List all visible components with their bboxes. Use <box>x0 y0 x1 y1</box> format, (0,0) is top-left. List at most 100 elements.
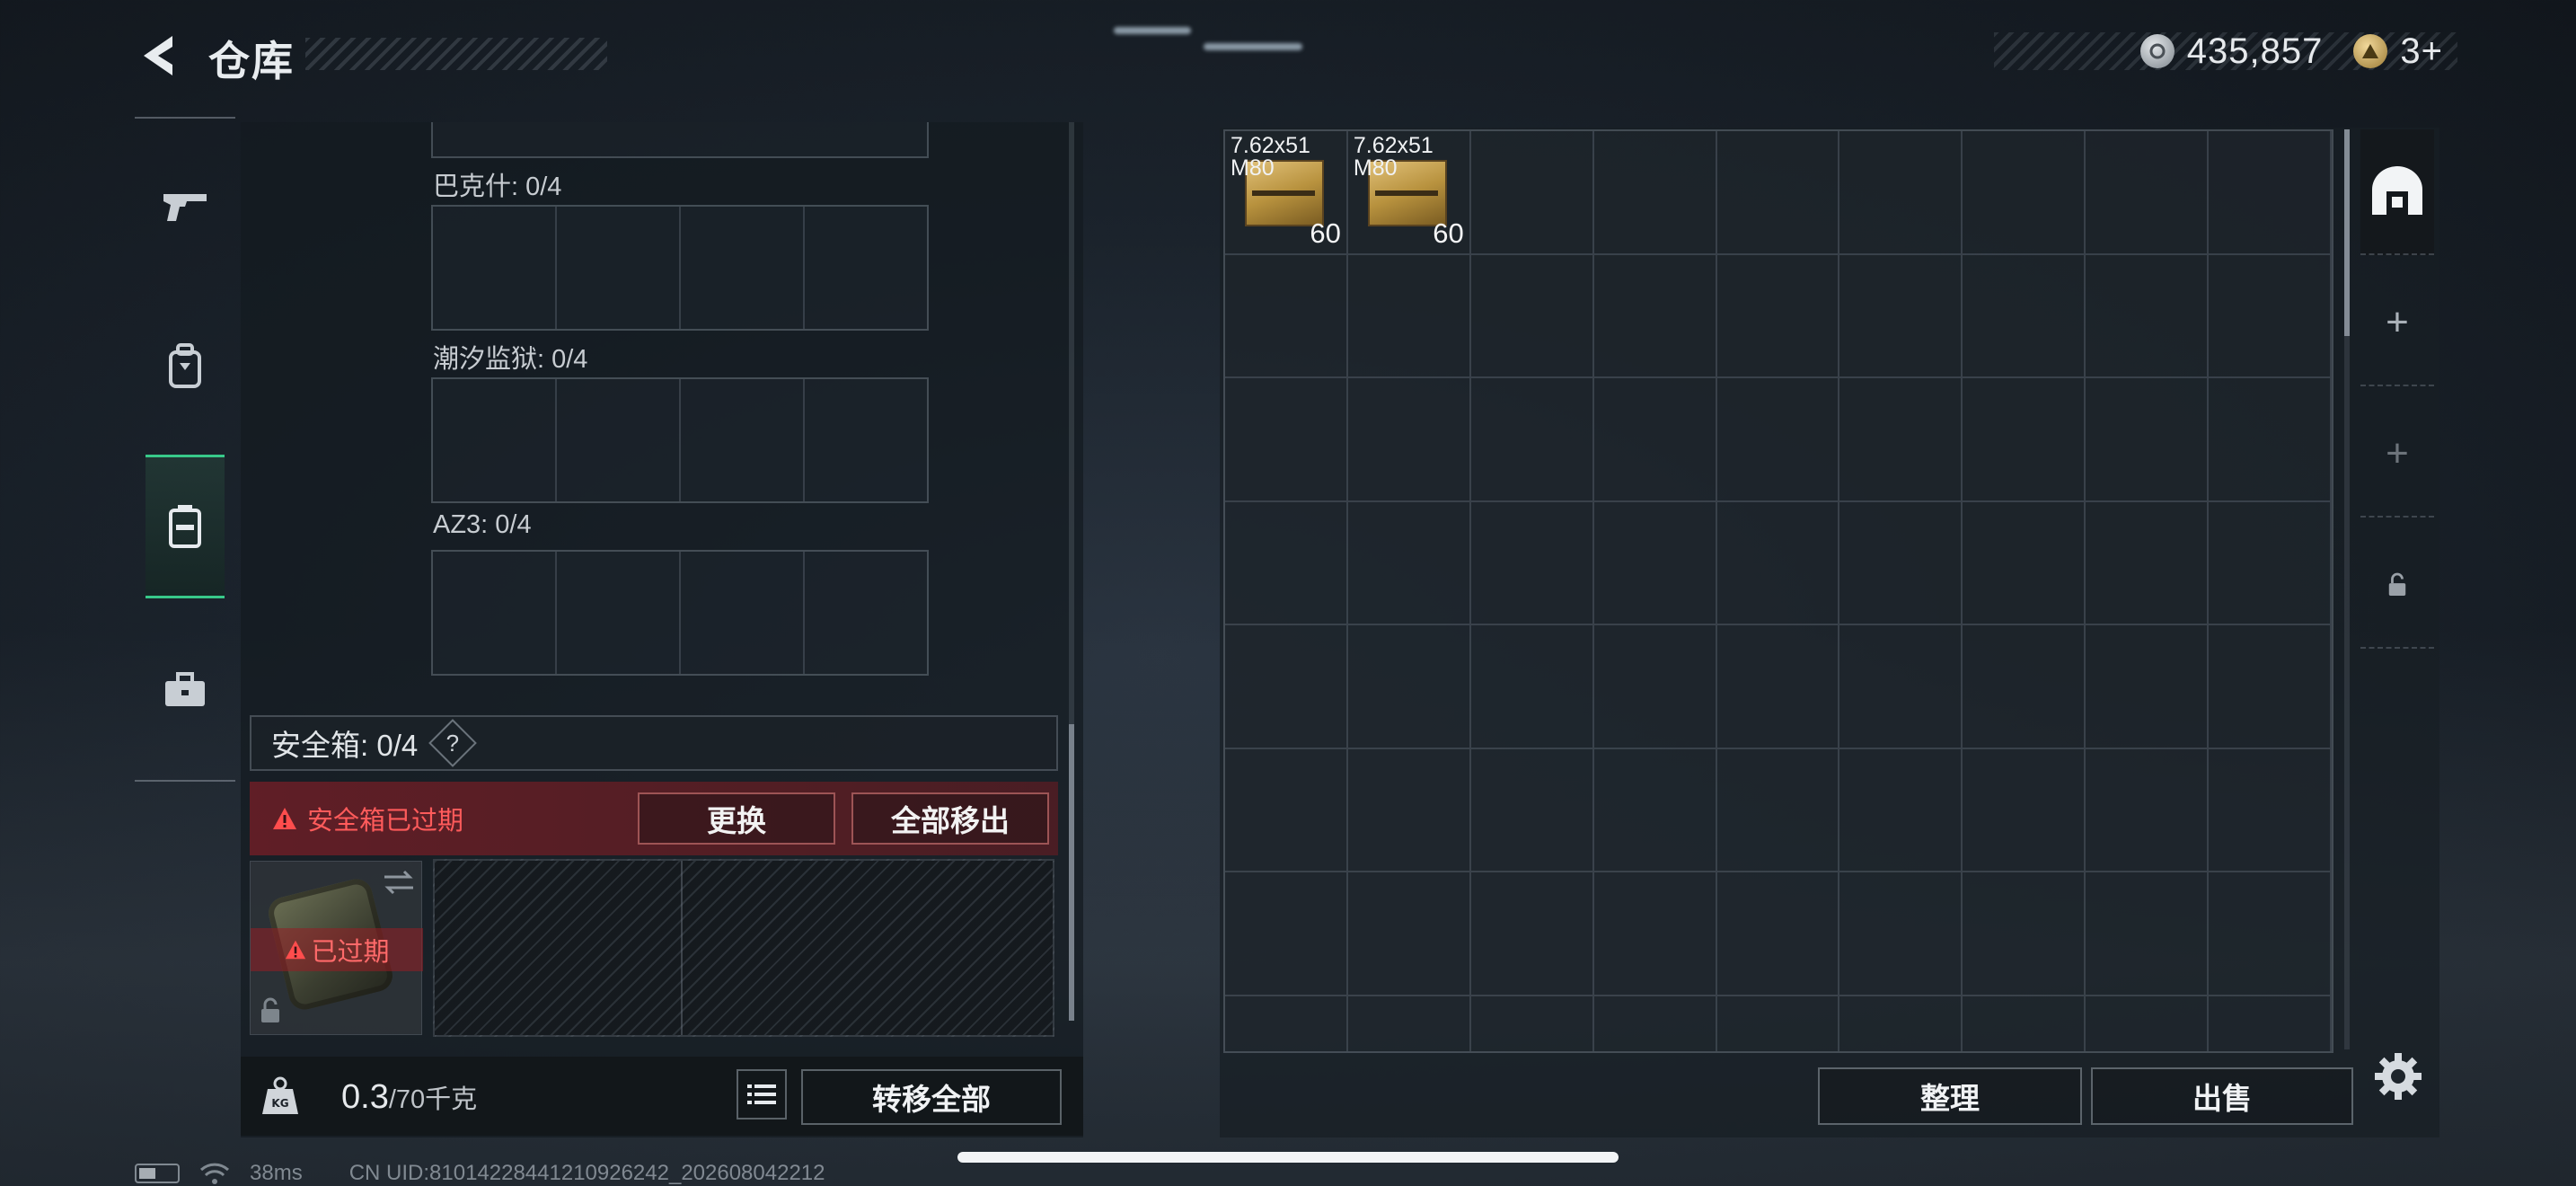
slot-cell[interactable] <box>681 207 805 329</box>
scrollbar-thumb[interactable] <box>2344 129 2350 336</box>
storage-cell[interactable] <box>1470 625 1594 749</box>
storage-cell[interactable] <box>1839 501 1963 625</box>
storage-cell[interactable] <box>1716 625 1840 749</box>
nav-container[interactable] <box>146 455 225 598</box>
storage-cell[interactable] <box>1716 378 1840 502</box>
storage-cell[interactable] <box>1347 378 1471 502</box>
storage-cell[interactable] <box>1593 501 1717 625</box>
storage-cell[interactable] <box>1225 625 1348 749</box>
storage-cell[interactable] <box>1470 254 1594 378</box>
storage-cell[interactable] <box>1839 748 1963 872</box>
storage-cell[interactable] <box>2086 131 2210 255</box>
storage-cell[interactable] <box>1593 254 1717 378</box>
storage-cell[interactable] <box>1839 378 1963 502</box>
slot-cell[interactable] <box>681 379 805 501</box>
storage-cell[interactable] <box>2086 378 2210 502</box>
slot-cell[interactable] <box>557 379 681 501</box>
help-icon[interactable]: ? <box>428 719 478 767</box>
storage-cell[interactable] <box>1593 625 1717 749</box>
slot-cell[interactable] <box>433 552 557 674</box>
storage-cell[interactable] <box>2086 748 2210 872</box>
storage-cell[interactable] <box>1963 131 2086 255</box>
storage-cell[interactable] <box>1839 872 1963 996</box>
storage-cell[interactable] <box>1963 501 2086 625</box>
storage-cell[interactable] <box>1716 131 1840 255</box>
storage-tab-main[interactable] <box>2360 129 2434 255</box>
storage-cell[interactable] <box>1347 872 1471 996</box>
slot-cell[interactable] <box>805 207 927 329</box>
slot-cell[interactable] <box>433 207 557 329</box>
slot-row[interactable] <box>431 550 929 676</box>
home-indicator[interactable] <box>957 1152 1619 1163</box>
storage-cell[interactable] <box>1347 625 1471 749</box>
storage-cell[interactable] <box>1963 625 2086 749</box>
storage-cell[interactable] <box>1716 501 1840 625</box>
back-button[interactable] <box>133 31 183 81</box>
storage-tab-add[interactable]: + <box>2360 392 2434 518</box>
transfer-all-button[interactable]: 转移全部 <box>801 1069 1062 1125</box>
storage-tab-add[interactable]: + <box>2360 261 2434 386</box>
storage-cell[interactable] <box>2086 996 2210 1051</box>
storage-cell[interactable] <box>2086 501 2210 625</box>
slot-row[interactable] <box>431 377 929 503</box>
storage-cell[interactable] <box>1963 872 2086 996</box>
storage-cell[interactable] <box>1963 996 2086 1051</box>
storage-cell[interactable] <box>1716 872 1840 996</box>
slot-row[interactable] <box>431 205 929 331</box>
nav-briefcase[interactable] <box>146 618 225 762</box>
storage-cell[interactable] <box>1225 872 1348 996</box>
slot-cell[interactable] <box>805 552 927 674</box>
storage-cell[interactable] <box>2209 872 2332 996</box>
nav-backpack[interactable] <box>146 295 225 438</box>
replace-button[interactable]: 更换 <box>638 792 835 845</box>
storage-cell[interactable] <box>1347 996 1471 1051</box>
storage-cell[interactable] <box>1839 254 1963 378</box>
storage-cell[interactable] <box>1225 254 1348 378</box>
storage-cell[interactable] <box>1225 748 1348 872</box>
slot-cell[interactable] <box>557 552 681 674</box>
storage-grid[interactable]: 7.62x51 M80 60 7.62x51 M80 60 <box>1223 129 2333 1053</box>
sell-button[interactable]: 出售 <box>2091 1067 2353 1125</box>
storage-cell[interactable] <box>2209 996 2332 1051</box>
storage-cell[interactable] <box>2209 748 2332 872</box>
storage-scrollbar[interactable] <box>2344 129 2350 1049</box>
storage-cell[interactable] <box>2086 625 2210 749</box>
storage-cell[interactable] <box>1716 996 1840 1051</box>
storage-cell[interactable] <box>1347 748 1471 872</box>
storage-cell[interactable] <box>1593 872 1717 996</box>
storage-cell[interactable] <box>1716 748 1840 872</box>
inventory-item-ammo[interactable]: 7.62x51 M80 60 <box>1347 131 1471 255</box>
storage-cell[interactable] <box>1225 501 1348 625</box>
storage-cell[interactable] <box>2209 131 2332 255</box>
safebox-cell[interactable] <box>435 861 683 1035</box>
slot-cell[interactable] <box>805 379 927 501</box>
storage-cell[interactable] <box>1225 996 1348 1051</box>
storage-cell[interactable] <box>1839 131 1963 255</box>
storage-cell[interactable] <box>1839 625 1963 749</box>
slot-cell[interactable] <box>681 552 805 674</box>
storage-cell[interactable] <box>2209 378 2332 502</box>
swap-icon[interactable] <box>381 866 417 898</box>
list-view-button[interactable] <box>737 1069 787 1120</box>
storage-cell[interactable] <box>1470 378 1594 502</box>
storage-cell[interactable] <box>1470 131 1594 255</box>
slot-cell[interactable] <box>433 379 557 501</box>
storage-cell[interactable] <box>1963 748 2086 872</box>
storage-cell[interactable] <box>1716 254 1840 378</box>
storage-cell[interactable] <box>1593 378 1717 502</box>
storage-cell[interactable] <box>2209 501 2332 625</box>
inventory-item-ammo[interactable]: 7.62x51 M80 60 <box>1225 131 1348 255</box>
nav-weapons[interactable] <box>146 135 225 279</box>
storage-cell[interactable] <box>1470 996 1594 1051</box>
storage-cell[interactable] <box>1470 748 1594 872</box>
storage-cell[interactable] <box>2086 254 2210 378</box>
sort-button[interactable]: 整理 <box>1818 1067 2082 1125</box>
storage-cell[interactable] <box>1593 996 1717 1051</box>
storage-cell[interactable] <box>1963 378 2086 502</box>
loadout-scrollbar[interactable] <box>1069 122 1074 1021</box>
storage-cell[interactable] <box>1593 131 1717 255</box>
storage-cell[interactable] <box>1347 254 1471 378</box>
gear-icon[interactable] <box>2371 1049 2425 1103</box>
storage-cell[interactable] <box>1593 748 1717 872</box>
slot-cell[interactable] <box>557 207 681 329</box>
